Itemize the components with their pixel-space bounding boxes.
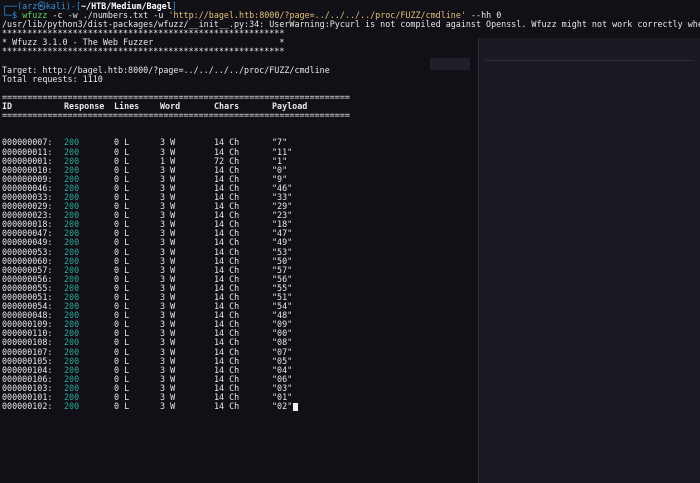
- result-chars: 14 Ch: [214, 401, 240, 412]
- result-row: 000000107: 200 0 L3 W 14 Ch "07": [2, 347, 700, 357]
- result-row: 000000018: 200 0 L3 W 14 Ch "18": [2, 220, 700, 229]
- result-row: 000000106: 200 0 L3 W 14 Ch "06": [2, 374, 700, 384]
- total-requests-line: Total requests: 1110: [2, 73, 103, 84]
- result-row: 000000102: 200 0 L 3 W 14 Ch "02": [2, 402, 700, 411]
- result-row: 000000046: 200 0 L3 W 14 Ch "46": [2, 183, 700, 193]
- result-row: 000000108: 200 0 L3 W 14 Ch "08": [2, 338, 700, 347]
- result-row: 000000105: 200 0 L3 W 14 Ch "05": [2, 356, 700, 366]
- result-row: 000000057: 200 0 L3 W 14 Ch "57": [2, 265, 700, 275]
- result-row: 000000053: 200 0 L3 W 14 Ch "53": [2, 247, 700, 257]
- result-row: 000000048: 200 0 L3 W 14 Ch "48": [2, 311, 700, 320]
- result-row: 000000011: 200 0 L3 W 14 Ch "11": [2, 147, 700, 157]
- result-row: 000000103: 200 0 L3 W 14 Ch "03": [2, 383, 700, 393]
- result-row: 000000047: 200 0 L3 W 14 Ch "47": [2, 229, 700, 238]
- result-lines: 0 L: [114, 401, 130, 412]
- result-row: 000000049: 200 0 L3 W 14 Ch "49": [2, 238, 700, 247]
- result-row: 000000056: 200 0 L3 W 14 Ch "56": [2, 274, 700, 284]
- banner-stars-bottom: ****************************************…: [2, 46, 285, 57]
- result-row: 000000060: 200 0 L3 W 14 Ch "50": [2, 256, 700, 266]
- results-list: 000000007: 200 0 L3 W 14 Ch "7" 000000011: 200…: [2, 138, 700, 411]
- result-row: 000000054: 200 0 L3 W 14 Ch "54": [2, 301, 700, 311]
- result-row: 000000110: 200 0 L3 W 14 Ch "00": [2, 329, 700, 338]
- result-row: 000000109: 200 0 L3 W 14 Ch "09": [2, 320, 700, 329]
- separator-line: ========================================…: [2, 91, 350, 102]
- result-response: 200: [64, 401, 80, 412]
- result-row: 000000010: 200 0 L3 W 14 Ch "0": [2, 165, 700, 175]
- terminal-output[interactable]: ┌──(arz㉿kali)-[~/HTB/Medium/Bagel] └─$ w…: [2, 1, 700, 411]
- result-row: 000000051: 200 0 L3 W 14 Ch "51": [2, 292, 700, 302]
- result-row: 000000007: 200 0 L3 W 14 Ch "7": [2, 138, 700, 147]
- result-row: 000000009: 200 0 L3 W 14 Ch "9": [2, 174, 700, 184]
- result-payload: "02": [272, 402, 299, 411]
- result-row: 000000029: 200 0 L3 W 14 Ch "29": [2, 201, 700, 211]
- result-row: 000000001: 200 0 L1 W 72 Ch "1": [2, 156, 700, 166]
- result-row: 000000104: 200 0 L3 W 14 Ch "04": [2, 365, 700, 375]
- result-row: 000000055: 200 0 L3 W 14 Ch "55": [2, 283, 700, 293]
- separator-line: ========================================…: [2, 110, 350, 121]
- result-id: 000000102:: [2, 401, 53, 412]
- target-line: Target: http://bagel.htb:8000/?page=../.…: [2, 64, 330, 75]
- result-row: 000000101: 200 0 L3 W 14 Ch "01": [2, 392, 700, 402]
- result-row: 000000033: 200 0 L3 W 14 Ch "33": [2, 192, 700, 202]
- terminal-cursor: [293, 402, 299, 411]
- result-row: 000000023: 200 0 L3 W 14 Ch "23": [2, 211, 700, 220]
- result-words: 3 W: [160, 401, 176, 412]
